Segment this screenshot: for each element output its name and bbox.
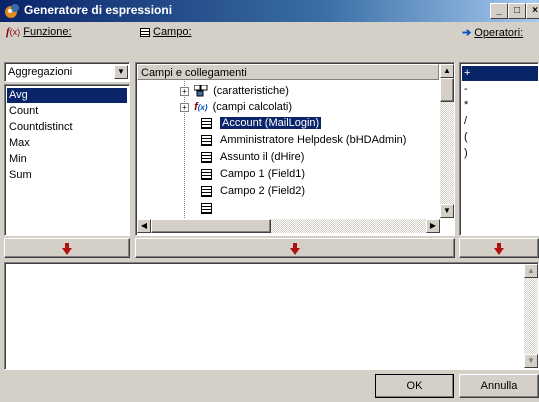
insert-field-button[interactable]: [135, 238, 455, 258]
expression-textarea[interactable]: ▲ ▼: [4, 262, 539, 370]
minimize-icon[interactable]: _: [490, 3, 508, 19]
arrow-down-icon: [62, 243, 72, 255]
arrow-down-icon: [494, 243, 504, 255]
list-item[interactable]: (: [462, 130, 468, 145]
operators-icon: ➔: [462, 27, 472, 39]
expand-icon[interactable]: +: [180, 86, 189, 96]
calculated-fields-icon: f(x): [194, 101, 208, 113]
tree-horizontal-scrollbar[interactable]: ◀ ▶: [137, 219, 440, 233]
scroll-down-icon[interactable]: ▼: [524, 354, 538, 368]
cancel-button[interactable]: Annulla: [459, 374, 539, 398]
list-item[interactable]: Avg: [7, 88, 127, 103]
scroll-up-icon[interactable]: ▲: [524, 264, 538, 278]
window-title: Generatore di espressioni: [24, 3, 173, 17]
field-tree[interactable]: Campi e collegamenti + (caratteristiche)…: [135, 62, 455, 236]
field-icon: [140, 27, 150, 37]
scroll-thumb[interactable]: [440, 78, 454, 102]
tree-header: Campi e collegamenti: [137, 64, 439, 80]
tree-item-campi-calcolati[interactable]: + f(x) (campi calcolati): [180, 99, 292, 115]
function-category-select[interactable]: Aggregazioni ▼: [4, 62, 130, 82]
scroll-up-icon[interactable]: ▲: [440, 64, 454, 78]
title-bar[interactable]: Generatore di espressioni _ □ ×: [0, 0, 539, 22]
scroll-left-icon[interactable]: ◀: [137, 219, 151, 233]
list-item[interactable]: Min: [7, 152, 27, 167]
maximize-icon[interactable]: □: [508, 3, 526, 19]
insert-operator-button[interactable]: [459, 238, 539, 258]
list-item[interactable]: ): [462, 146, 468, 161]
list-item[interactable]: +: [462, 66, 538, 81]
list-item[interactable]: /: [462, 114, 467, 129]
tree-item-campo1[interactable]: Campo 1 (Field1): [201, 166, 305, 182]
tree-item-campo2[interactable]: Campo 2 (Field2): [201, 183, 305, 199]
list-item[interactable]: Sum: [7, 168, 32, 183]
tree-item-account[interactable]: Account (MailLogin): [201, 115, 322, 131]
field-icon: [201, 185, 212, 197]
operatori-label: ➔ Operatori:: [462, 27, 524, 39]
campo-label: Campo:: [140, 26, 192, 38]
ok-button[interactable]: OK: [375, 374, 454, 398]
insert-function-button[interactable]: [4, 238, 130, 258]
tree-item-amministratore[interactable]: Amministratore Helpdesk (bHDAdmin): [201, 132, 406, 148]
scroll-right-icon[interactable]: ▶: [426, 219, 440, 233]
app-icon: [4, 3, 20, 19]
field-icon: [201, 202, 212, 214]
list-item[interactable]: Countdistinct: [7, 120, 73, 135]
tree-content: + (caratteristiche) + f(x) (campi calcol…: [137, 81, 439, 218]
chevron-down-icon[interactable]: ▼: [114, 65, 128, 79]
list-item[interactable]: -: [462, 82, 468, 97]
scroll-thumb-horizontal[interactable]: [151, 219, 271, 233]
arrow-down-icon: [290, 243, 300, 255]
list-item[interactable]: Count: [7, 104, 38, 119]
close-icon[interactable]: ×: [526, 3, 539, 19]
field-icon: [201, 151, 212, 163]
expression-vertical-scrollbar[interactable]: ▲ ▼: [524, 264, 538, 368]
function-list[interactable]: Avg Count Countdistinct Max Min Sum: [4, 84, 130, 236]
list-item[interactable]: Max: [7, 136, 30, 151]
expand-icon[interactable]: +: [180, 102, 189, 112]
tree-item-caratteristiche[interactable]: + (caratteristiche): [180, 83, 289, 99]
scroll-down-icon[interactable]: ▼: [440, 204, 454, 218]
tree-item-assunto[interactable]: Assunto il (dHire): [201, 149, 304, 165]
field-icon: [201, 117, 212, 129]
tree-vertical-scrollbar[interactable]: ▲ ▼: [440, 64, 454, 218]
list-item[interactable]: *: [462, 98, 468, 113]
characteristics-icon: [193, 84, 208, 97]
operators-list[interactable]: + - * / ( ): [459, 62, 539, 236]
funzione-label: f(x) Funzione:: [6, 26, 72, 38]
field-icon: [201, 168, 212, 180]
field-icon: [201, 134, 212, 146]
